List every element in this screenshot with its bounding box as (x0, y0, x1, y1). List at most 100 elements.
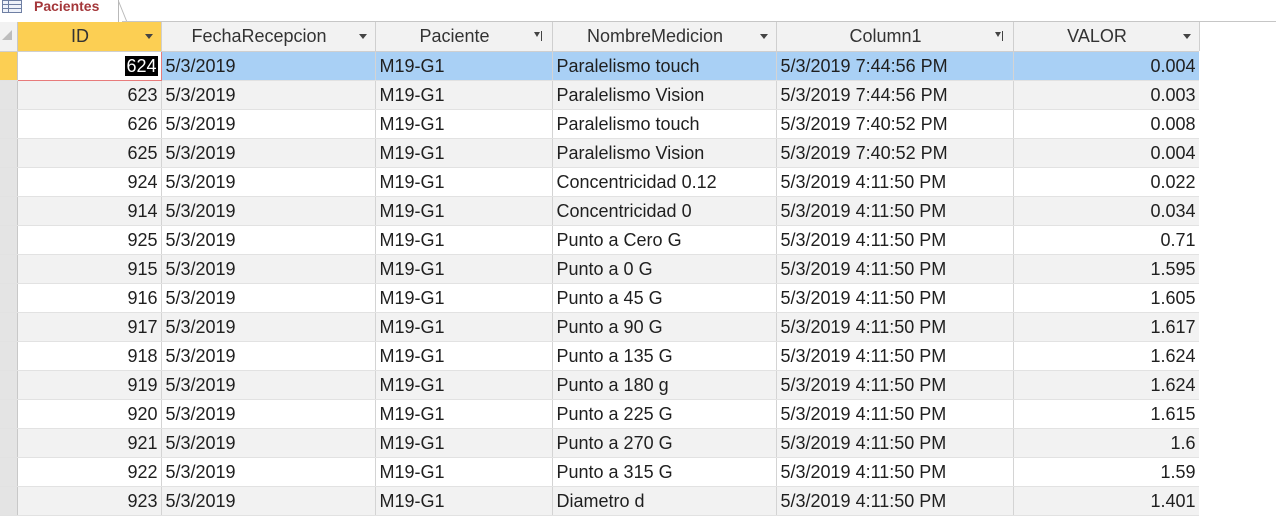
filter-icon[interactable] (994, 31, 1005, 41)
nombremedicion-cell[interactable]: Diametro d (552, 486, 777, 516)
column1-cell[interactable]: 5/3/2019 4:11:50 PM (776, 167, 1014, 197)
table-row[interactable]: 922 5/3/2019 M19-G1 Punto a 315 G 5/3/2019 4… (0, 457, 1200, 487)
nombremedicion-cell[interactable]: Punto a 90 G (552, 312, 777, 342)
paciente-cell[interactable]: M19-G1 (375, 312, 553, 342)
record-selector[interactable] (0, 428, 18, 458)
id-cell[interactable]: 623 (17, 80, 162, 110)
nombremedicion-cell[interactable]: Punto a 225 G (552, 399, 777, 429)
table-row[interactable]: 624 5/3/2019 M19-G1 Paralelismo touch 5/3/20… (0, 51, 1200, 81)
table-row[interactable]: 916 5/3/2019 M19-G1 Punto a 45 G 5/3/2019 4:… (0, 283, 1200, 313)
column-header-paciente[interactable]: Paciente (375, 22, 553, 52)
fecharecepcion-cell[interactable]: 5/3/2019 (161, 196, 376, 226)
record-selector[interactable] (0, 399, 18, 429)
nombremedicion-cell[interactable]: Punto a 135 G (552, 341, 777, 371)
valor-cell[interactable]: 0.034 (1013, 196, 1200, 226)
column-header-column1[interactable]: Column1 (776, 22, 1014, 52)
valor-cell[interactable]: 0.008 (1013, 109, 1200, 139)
table-row[interactable]: 914 5/3/2019 M19-G1 Concentricidad 0 5/3/201… (0, 196, 1200, 226)
valor-cell[interactable]: 1.617 (1013, 312, 1200, 342)
table-row[interactable]: 923 5/3/2019 M19-G1 Diametro d 5/3/2019 4:11… (0, 486, 1200, 516)
table-row[interactable]: 915 5/3/2019 M19-G1 Punto a 0 G 5/3/2019 4:1… (0, 254, 1200, 284)
fecharecepcion-cell[interactable]: 5/3/2019 (161, 457, 376, 487)
filter-icon[interactable] (533, 31, 544, 41)
id-cell[interactable]: 922 (17, 457, 162, 487)
fecharecepcion-cell[interactable]: 5/3/2019 (161, 80, 376, 110)
record-selector[interactable] (0, 370, 18, 400)
column1-cell[interactable]: 5/3/2019 4:11:50 PM (776, 457, 1014, 487)
paciente-cell[interactable]: M19-G1 (375, 254, 553, 284)
table-row[interactable]: 626 5/3/2019 M19-G1 Paralelismo touch 5/3/20… (0, 109, 1200, 139)
chevron-down-icon[interactable] (759, 34, 768, 39)
column1-cell[interactable]: 5/3/2019 4:11:50 PM (776, 399, 1014, 429)
nombremedicion-cell[interactable]: Paralelismo Vision (552, 80, 777, 110)
valor-cell[interactable]: 1.615 (1013, 399, 1200, 429)
column-header-fecharecepcion[interactable]: FechaRecepcion (161, 22, 376, 52)
column1-cell[interactable]: 5/3/2019 4:11:50 PM (776, 341, 1014, 371)
valor-cell[interactable]: 1.605 (1013, 283, 1200, 313)
paciente-cell[interactable]: M19-G1 (375, 283, 553, 313)
fecharecepcion-cell[interactable]: 5/3/2019 (161, 399, 376, 429)
paciente-cell[interactable]: M19-G1 (375, 51, 553, 81)
table-row[interactable]: 919 5/3/2019 M19-G1 Punto a 180 g 5/3/2019 4… (0, 370, 1200, 400)
paciente-cell[interactable]: M19-G1 (375, 457, 553, 487)
table-row[interactable]: 623 5/3/2019 M19-G1 Paralelismo Vision 5/3/2… (0, 80, 1200, 110)
fecharecepcion-cell[interactable]: 5/3/2019 (161, 312, 376, 342)
valor-cell[interactable]: 0.004 (1013, 51, 1200, 81)
paciente-cell[interactable]: M19-G1 (375, 138, 553, 168)
column1-cell[interactable]: 5/3/2019 7:44:56 PM (776, 80, 1014, 110)
fecharecepcion-cell[interactable]: 5/3/2019 (161, 109, 376, 139)
column1-cell[interactable]: 5/3/2019 4:11:50 PM (776, 428, 1014, 458)
paciente-cell[interactable]: M19-G1 (375, 428, 553, 458)
column1-cell[interactable]: 5/3/2019 4:11:50 PM (776, 486, 1014, 516)
id-cell[interactable]: 923 (17, 486, 162, 516)
valor-cell[interactable]: 1.624 (1013, 341, 1200, 371)
table-row[interactable]: 917 5/3/2019 M19-G1 Punto a 90 G 5/3/2019 4:… (0, 312, 1200, 342)
column1-cell[interactable]: 5/3/2019 4:11:50 PM (776, 312, 1014, 342)
nombremedicion-cell[interactable]: Paralelismo Vision (552, 138, 777, 168)
record-selector[interactable] (0, 283, 18, 313)
nombremedicion-cell[interactable]: Paralelismo touch (552, 51, 777, 81)
valor-cell[interactable]: 0.003 (1013, 80, 1200, 110)
paciente-cell[interactable]: M19-G1 (375, 196, 553, 226)
column1-cell[interactable]: 5/3/2019 4:11:50 PM (776, 370, 1014, 400)
record-selector[interactable] (0, 109, 18, 139)
fecharecepcion-cell[interactable]: 5/3/2019 (161, 138, 376, 168)
valor-cell[interactable]: 1.624 (1013, 370, 1200, 400)
table-row[interactable]: 918 5/3/2019 M19-G1 Punto a 135 G 5/3/2019 4… (0, 341, 1200, 371)
nombremedicion-cell[interactable]: Paralelismo touch (552, 109, 777, 139)
fecharecepcion-cell[interactable]: 5/3/2019 (161, 167, 376, 197)
id-cell[interactable]: 918 (17, 341, 162, 371)
fecharecepcion-cell[interactable]: 5/3/2019 (161, 428, 376, 458)
valor-cell[interactable]: 0.004 (1013, 138, 1200, 168)
column1-cell[interactable]: 5/3/2019 7:40:52 PM (776, 138, 1014, 168)
record-selector[interactable] (0, 196, 18, 226)
tab-pacientes[interactable]: Pacientes (0, 0, 119, 24)
id-cell[interactable]: 925 (17, 225, 162, 255)
nombremedicion-cell[interactable]: Concentricidad 0.12 (552, 167, 777, 197)
nombremedicion-cell[interactable]: Punto a 315 G (552, 457, 777, 487)
fecharecepcion-cell[interactable]: 5/3/2019 (161, 254, 376, 284)
fecharecepcion-cell[interactable]: 5/3/2019 (161, 486, 376, 516)
nombremedicion-cell[interactable]: Punto a 270 G (552, 428, 777, 458)
fecharecepcion-cell[interactable]: 5/3/2019 (161, 283, 376, 313)
column-header-id[interactable]: ID (17, 22, 162, 52)
column1-cell[interactable]: 5/3/2019 7:44:56 PM (776, 51, 1014, 81)
record-selector[interactable] (0, 167, 18, 197)
nombremedicion-cell[interactable]: Punto a Cero G (552, 225, 777, 255)
paciente-cell[interactable]: M19-G1 (375, 341, 553, 371)
valor-cell[interactable]: 0.71 (1013, 225, 1200, 255)
column1-cell[interactable]: 5/3/2019 4:11:50 PM (776, 225, 1014, 255)
record-selector[interactable] (0, 80, 18, 110)
column1-cell[interactable]: 5/3/2019 4:11:50 PM (776, 254, 1014, 284)
column-header-nombremedicion[interactable]: NombreMedicion (552, 22, 777, 52)
id-cell[interactable]: 919 (17, 370, 162, 400)
record-selector[interactable] (0, 225, 18, 255)
id-cell[interactable]: 625 (17, 138, 162, 168)
record-selector[interactable] (0, 51, 18, 81)
nombremedicion-cell[interactable]: Punto a 180 g (552, 370, 777, 400)
fecharecepcion-cell[interactable]: 5/3/2019 (161, 51, 376, 81)
id-cell[interactable]: 920 (17, 399, 162, 429)
valor-cell[interactable]: 1.59 (1013, 457, 1200, 487)
paciente-cell[interactable]: M19-G1 (375, 225, 553, 255)
nombremedicion-cell[interactable]: Punto a 45 G (552, 283, 777, 313)
